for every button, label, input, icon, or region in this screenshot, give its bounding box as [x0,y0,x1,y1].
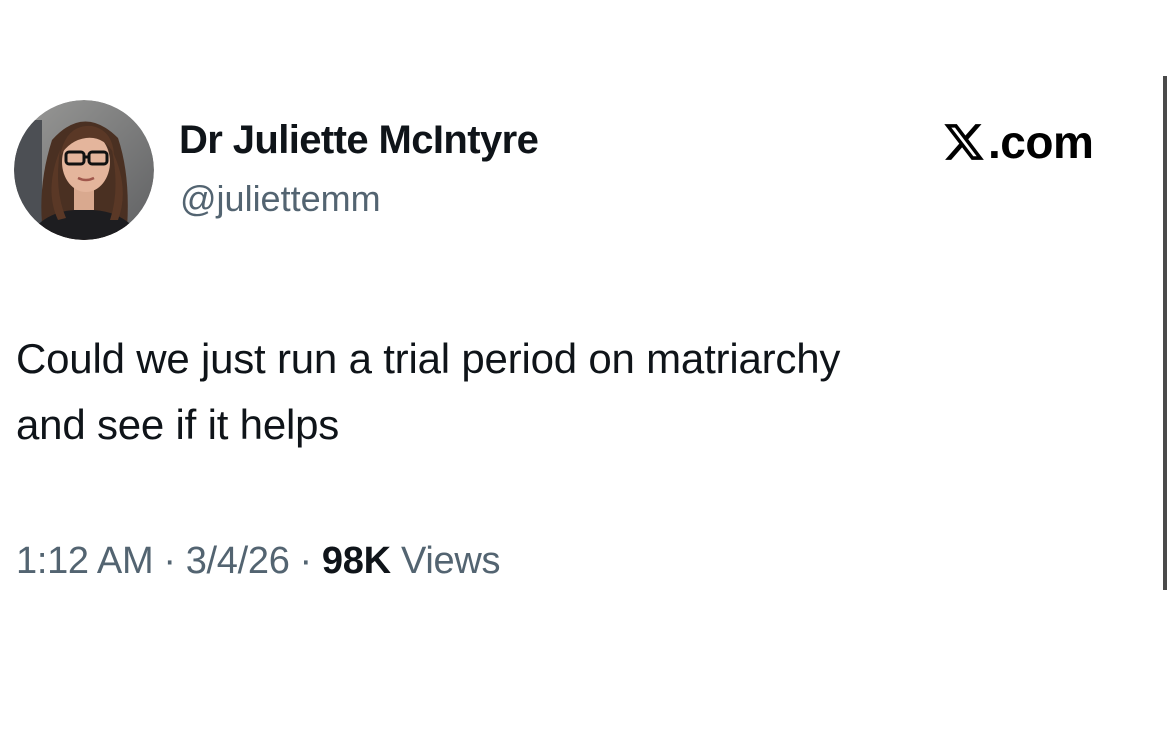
meta-separator: · [299,540,313,582]
views-label: Views [400,540,501,582]
tweet-text-line: and see if it helps [16,401,340,448]
profile-photo [14,100,154,240]
author-display-name[interactable]: Dr Juliette McIntyre [179,118,539,163]
views-count: 98K [321,540,391,582]
tweet-date[interactable]: 3/4/26 [186,540,290,582]
tweet-time[interactable]: 1:12 AM [16,540,154,582]
author-handle[interactable]: @juliettemm [180,178,381,220]
brand-domain: .com [988,116,1094,168]
brand-mark[interactable]: .com [942,114,1094,170]
scrollbar[interactable] [1163,76,1167,590]
x-logo-icon [944,124,984,160]
tweet-text: Could we just run a trial period on matr… [16,326,1126,458]
tweet-card: Dr Juliette McIntyre @juliettemm .com Co… [0,0,1170,756]
meta-separator: · [163,540,176,582]
tweet-text-line: Could we just run a trial period on matr… [16,335,841,382]
author-avatar[interactable] [14,100,154,240]
tweet-meta: 1:12 AM · 3/4/26 · 98K Views [16,540,500,583]
